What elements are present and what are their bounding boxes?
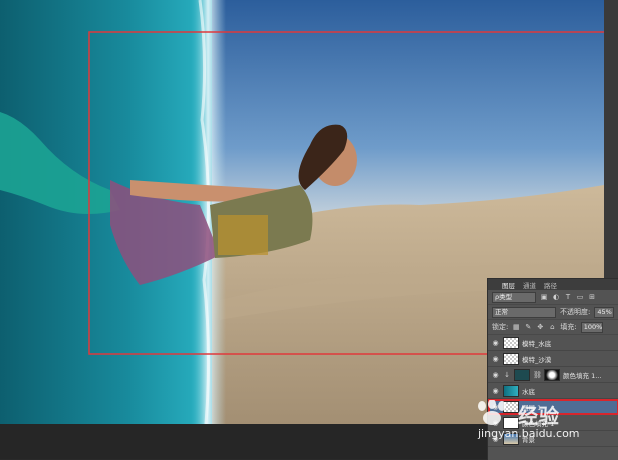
filter-shape-icon[interactable]: ▭ (576, 293, 584, 301)
lock-row: 锁定: ▦ ✎ ✥ ⌂ 填充: 100% (488, 320, 618, 335)
visibility-eye-icon[interactable]: ◉ (491, 355, 500, 363)
watermark-brand: 经验 (518, 404, 560, 428)
layer-name: 模特_水底 (522, 339, 552, 348)
filter-type-icon[interactable]: T (564, 293, 572, 301)
layer-row[interactable]: ◉ 水底 (488, 383, 618, 399)
filter-pixel-icon[interactable]: ▣ (540, 293, 548, 301)
lock-label: 锁定: (492, 323, 509, 331)
lock-all-icon[interactable]: ⌂ (548, 323, 556, 331)
swimmer-belt (218, 215, 268, 255)
filter-smart-icon[interactable]: ⊞ (588, 293, 596, 301)
layer-row[interactable]: ◉ ↓ ⛓ 颜色填充 1... (488, 367, 618, 383)
layer-thumbnail (503, 336, 519, 349)
layer-name: 颜色填充 1... (563, 371, 602, 380)
layer-name: 模特_沙漠 (522, 355, 552, 364)
watermark-url: jingyan.baidu.com (478, 427, 580, 440)
fill-input[interactable]: 100% (580, 321, 603, 333)
lock-move-icon[interactable]: ✥ (536, 323, 544, 331)
filter-row: ρ类型 ▣ ◐ T ▭ ⊞ (488, 290, 618, 305)
link-icon: ⛓ (533, 370, 542, 379)
baidu-jingyan-watermark: 经验 jingyan.baidu.com (470, 400, 618, 446)
clip-arrow-icon: ↓ (504, 370, 510, 379)
layer-thumbnail (514, 368, 530, 381)
tab-layers[interactable]: 图层 (502, 280, 515, 290)
visibility-eye-icon[interactable]: ◉ (491, 371, 500, 379)
tab-channels[interactable]: 通道 (523, 280, 536, 290)
layer-row[interactable]: ◉ 模特_水底 (488, 335, 618, 351)
paw-logo-icon (478, 400, 506, 425)
lock-brush-icon[interactable]: ✎ (524, 323, 532, 331)
layer-name: 水底 (522, 387, 535, 396)
blend-mode-select[interactable]: 正常 (492, 306, 556, 318)
tab-paths[interactable]: 路径 (544, 280, 557, 290)
lock-transparent-icon[interactable]: ▦ (512, 323, 520, 331)
visibility-eye-icon[interactable]: ◉ (491, 387, 500, 395)
layer-thumbnail (503, 352, 519, 365)
opacity-label: 不透明度: (560, 308, 591, 316)
layer-mask-thumbnail (544, 368, 560, 381)
filter-adjustment-icon[interactable]: ◐ (552, 293, 560, 301)
visibility-eye-icon[interactable]: ◉ (491, 339, 500, 347)
panel-tabs: 图层 通道 路径 (488, 279, 618, 290)
layer-thumbnail (503, 384, 519, 397)
opacity-input[interactable]: 45% (594, 306, 615, 318)
fill-label: 填充: (560, 323, 577, 331)
filter-kind-select[interactable]: ρ类型 (492, 291, 536, 303)
blend-row: 正常 不透明度: 45% (488, 305, 618, 320)
layer-row[interactable]: ◉ 模特_沙漠 (488, 351, 618, 367)
